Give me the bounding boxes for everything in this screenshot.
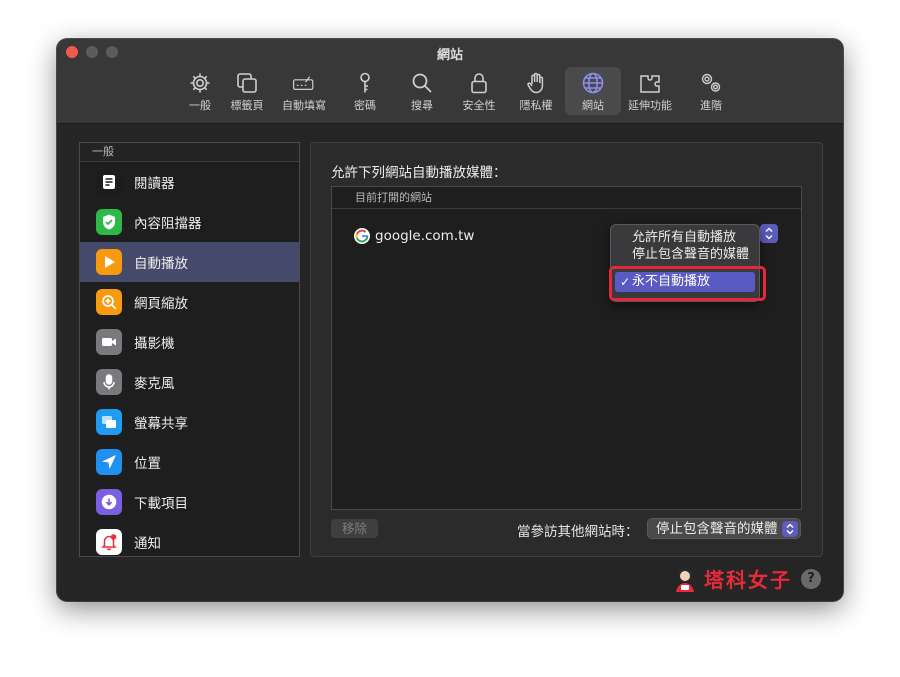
- tab-advanced-label: 進階: [700, 99, 722, 112]
- camera-icon: [96, 329, 122, 355]
- sidebar-item-label: 通知: [134, 536, 161, 552]
- reader-icon: [96, 169, 122, 195]
- hand-icon: [523, 70, 549, 96]
- play-icon: [96, 249, 122, 275]
- sidebar-item-label: 網頁縮放: [134, 296, 188, 312]
- tab-privacy[interactable]: 隱私權: [508, 67, 564, 115]
- tab-extensions-label: 延伸功能: [628, 99, 672, 112]
- google-icon: [354, 228, 370, 244]
- other-sites-value: 停止包含聲音的媒體: [656, 521, 778, 537]
- other-sites-label: 當參訪其他網站時：: [517, 524, 639, 540]
- checkmark-icon: ✓: [620, 275, 631, 289]
- content-title: 允許下列網站自動播放媒體：: [331, 165, 507, 181]
- sidebar-item-auto-play[interactable]: 自動播放: [80, 242, 299, 282]
- sidebar-item-label: 自動播放: [134, 256, 188, 272]
- sidebar-item-content-blockers[interactable]: 內容阻擋器: [80, 202, 299, 242]
- tab-extensions[interactable]: 延伸功能: [622, 67, 678, 115]
- tab-autofill[interactable]: 自動填寫: [276, 67, 332, 115]
- sidebar-item-location[interactable]: 位置: [80, 442, 299, 482]
- brand-logo-icon: [676, 567, 694, 592]
- sidebar-item-label: 閱讀器: [134, 176, 175, 192]
- sidebar: 一般 閱讀器 內容阻擋器 自動播放 網頁縮放 攝影機 麥克風 螢幕共享 位置 下…: [79, 142, 300, 557]
- tab-tabs[interactable]: 標籤頁: [219, 67, 275, 115]
- brand-text: 塔科女子: [704, 568, 792, 592]
- titlebar: 網站 一般 標籤頁 自動填寫 密碼 搜尋 安全性 隱私權 網站 延伸功能 進階: [57, 39, 843, 124]
- sidebar-item-label: 麥克風: [134, 376, 175, 392]
- gear-icon: [187, 70, 213, 96]
- microphone-icon: [96, 369, 122, 395]
- search-icon: [409, 70, 435, 96]
- location-icon: [96, 449, 122, 475]
- menu-item-stop-sound[interactable]: 停止包含聲音的媒體: [611, 245, 759, 259]
- zoom-icon: [96, 289, 122, 315]
- sidebar-item-camera[interactable]: 攝影機: [80, 322, 299, 362]
- tab-websites-label: 網站: [582, 99, 604, 112]
- brand-watermark: 塔科女子: [672, 564, 792, 593]
- shield-check-icon: [96, 209, 122, 235]
- tab-passwords-label: 密碼: [354, 99, 376, 112]
- preferences-window: 網站 一般 標籤頁 自動填寫 密碼 搜尋 安全性 隱私權 網站 延伸功能 進階 …: [57, 39, 843, 601]
- tab-advanced[interactable]: 進階: [683, 67, 739, 115]
- download-icon: [96, 489, 122, 515]
- menu-item-never-label: 永不自動播放: [632, 274, 711, 289]
- sidebar-item-label: 攝影機: [134, 336, 175, 352]
- tab-autofill-label: 自動填寫: [282, 99, 326, 112]
- tab-search-label: 搜尋: [411, 99, 433, 112]
- tab-websites[interactable]: 網站: [565, 67, 621, 115]
- tab-privacy-label: 隱私權: [519, 99, 553, 112]
- sidebar-item-label: 位置: [134, 456, 161, 472]
- screen-share-icon: [96, 409, 122, 435]
- sidebar-item-label: 下載項目: [134, 496, 188, 512]
- tab-passwords[interactable]: 密碼: [337, 67, 393, 115]
- sidebar-item-page-zoom[interactable]: 網頁縮放: [80, 282, 299, 322]
- tab-tabs-label: 標籤頁: [230, 99, 264, 112]
- autofill-icon: [291, 70, 317, 96]
- bell-icon: [96, 529, 122, 555]
- sidebar-item-microphone[interactable]: 麥克風: [80, 362, 299, 402]
- remove-button[interactable]: 移除: [331, 519, 378, 538]
- sidebar-header: 一般: [80, 143, 299, 162]
- tabs-icon: [234, 70, 260, 96]
- content-panel: 允許下列網站自動播放媒體： 目前打開的網站 google.com.tw 允許所有…: [310, 142, 823, 557]
- menu-item-never[interactable]: ✓ 永不自動播放: [615, 272, 755, 292]
- tab-general-label: 一般: [189, 99, 211, 112]
- help-button[interactable]: ?: [801, 569, 821, 589]
- sidebar-item-notifications[interactable]: 通知: [80, 522, 299, 556]
- updown-chevron-icon: [782, 521, 798, 537]
- sidebar-item-downloads[interactable]: 下載項目: [80, 482, 299, 522]
- sidebar-item-screen-sharing[interactable]: 螢幕共享: [80, 402, 299, 442]
- tab-search[interactable]: 搜尋: [394, 67, 450, 115]
- websites-table: 目前打開的網站 google.com.tw 允許所有自動播放 停止包含聲音的媒體…: [331, 186, 802, 510]
- tab-security[interactable]: 安全性: [451, 67, 507, 115]
- table-header: 目前打開的網站: [332, 187, 801, 209]
- sidebar-item-label: 螢幕共享: [134, 416, 188, 432]
- key-icon: [352, 70, 378, 96]
- site-name: google.com.tw: [375, 228, 475, 244]
- autoplay-popup-button[interactable]: [760, 224, 778, 243]
- updown-chevron-icon: [765, 227, 773, 240]
- other-sites-select[interactable]: 停止包含聲音的媒體: [647, 518, 801, 539]
- autoplay-menu: 允許所有自動播放 停止包含聲音的媒體 ✓ 永不自動播放: [610, 224, 760, 302]
- lock-icon: [466, 70, 492, 96]
- table-row[interactable]: google.com.tw: [354, 228, 474, 244]
- puzzle-icon: [637, 70, 663, 96]
- window-title: 網站: [436, 48, 463, 63]
- globe-icon: [580, 70, 606, 96]
- gears-icon: [698, 70, 724, 96]
- sidebar-item-reader[interactable]: 閱讀器: [80, 162, 299, 202]
- sidebar-item-label: 內容阻擋器: [134, 216, 202, 232]
- tab-security-label: 安全性: [462, 99, 496, 112]
